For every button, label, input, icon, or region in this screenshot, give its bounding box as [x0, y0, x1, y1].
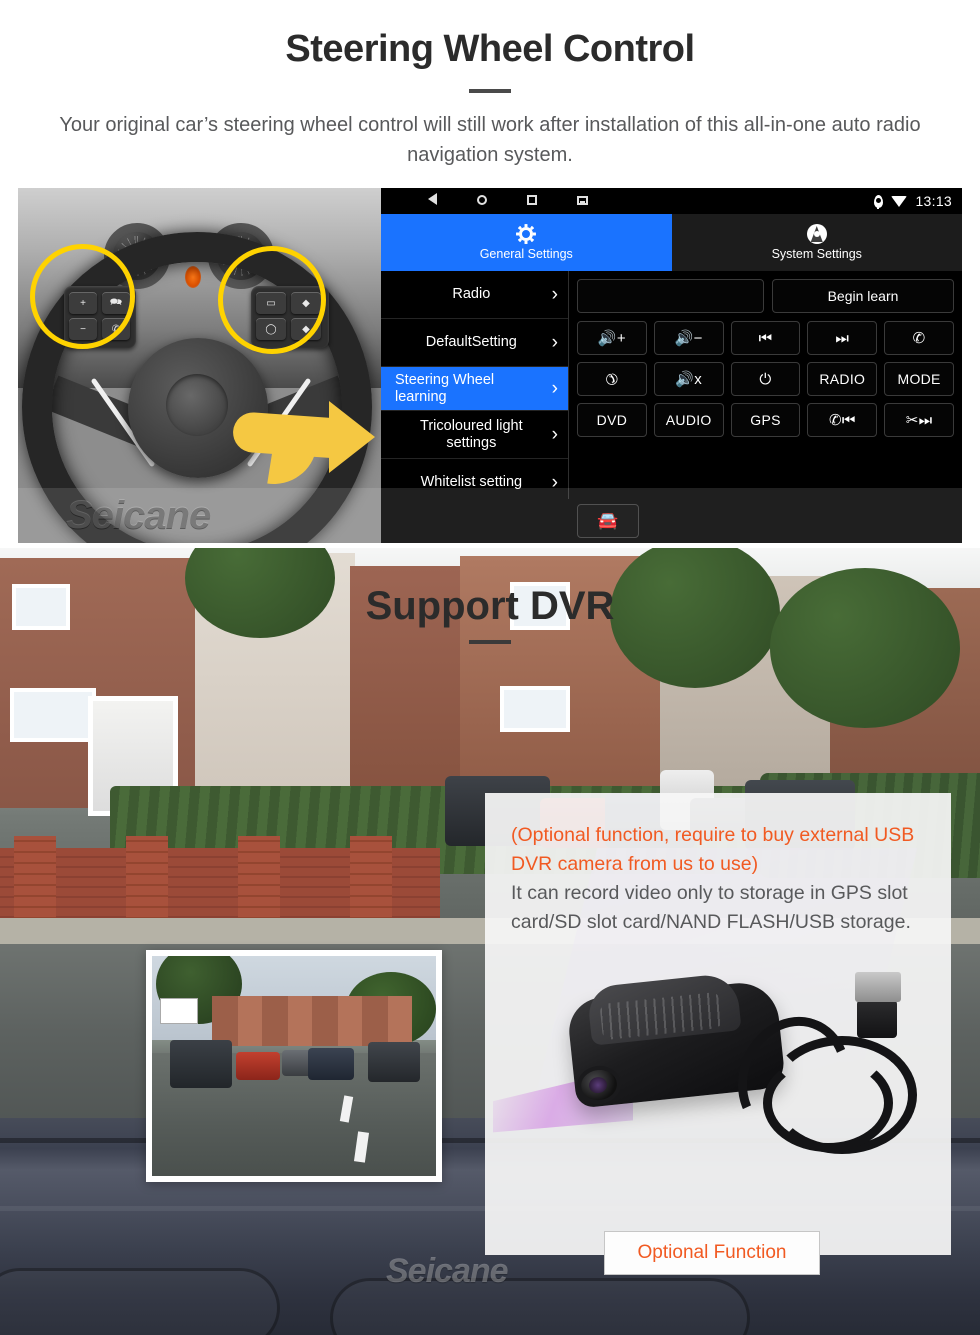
- android-status-bar: 13:13: [381, 188, 962, 214]
- tab-system-settings[interactable]: System Settings: [671, 214, 962, 271]
- usb-connector: [855, 972, 901, 1002]
- key-answer-call[interactable]: ✆: [884, 321, 954, 355]
- steering-wheel-media-strip: + − 🗪 ✆ ▭ ◯ ◆ ◆ 13:13 General Settings S…: [18, 188, 962, 543]
- chevron-right-icon: ›: [551, 378, 558, 399]
- begin-learn-button[interactable]: Begin learn: [772, 279, 954, 313]
- system-settings-icon: [806, 224, 827, 244]
- key-mode[interactable]: MODE: [884, 362, 954, 396]
- chevron-right-icon: ›: [551, 284, 558, 305]
- android-nav-bar: [407, 192, 607, 210]
- gear-icon: [516, 224, 537, 244]
- menu-item-radio[interactable]: Radio ›: [381, 271, 568, 319]
- location-pin-icon: [874, 194, 884, 209]
- key-gps[interactable]: GPS: [730, 403, 801, 437]
- chevron-right-icon: ›: [551, 424, 558, 445]
- back-icon[interactable]: [407, 192, 457, 210]
- menu-item-steering-wheel-learning[interactable]: Steering Wheel learning ›: [381, 367, 568, 411]
- tab-general-settings[interactable]: General Settings: [381, 214, 672, 271]
- call-reject-next-icon: ✂⏭: [905, 412, 933, 429]
- page-subtitle: Your original car’s steering wheel contr…: [59, 114, 921, 166]
- call-hangup-icon: ✆: [600, 368, 623, 390]
- usb-dvr-camera-image: [493, 958, 935, 1203]
- pointing-arrow: [213, 380, 381, 503]
- android-head-unit-screen: 13:13 General Settings System Settings R…: [381, 188, 962, 543]
- mute-icon: 🔊x: [675, 371, 703, 388]
- status-indicators: 13:13: [874, 193, 952, 209]
- menu-item-whitelist-setting-label: Whitelist setting: [420, 474, 523, 490]
- menu-item-steering-wheel-learning-label: Steering Wheel learning: [395, 371, 495, 405]
- tab-general-settings-label: General Settings: [479, 247, 573, 261]
- chevron-right-icon: ›: [551, 472, 558, 493]
- product-detail-page: Steering Wheel Control Your original car…: [0, 0, 980, 1335]
- steering-key-grid: 🔊+ 🔊− ⏮ ⏭ ✆ ✆ 🔊x ⏻ RADIO MODE DVD AUDIO: [577, 321, 954, 437]
- menu-item-tricoloured-light-settings-label: Tricoloured light settings: [420, 417, 523, 451]
- dvr-info-text: (Optional function, require to buy exter…: [485, 793, 951, 937]
- highlight-circle-right: [218, 246, 326, 354]
- dvr-video-thumbnail: [146, 950, 442, 1182]
- status-clock: 13:13: [915, 193, 952, 209]
- next-track-icon: ⏭: [835, 329, 850, 347]
- menu-item-radio-label: Radio: [452, 286, 491, 302]
- volume-up-icon: 🔊+: [597, 330, 626, 347]
- car-icon-button[interactable]: 🚘: [577, 504, 639, 538]
- recents-icon[interactable]: [507, 192, 557, 210]
- screenshot-icon[interactable]: [557, 192, 607, 210]
- key-call-previous[interactable]: ✆⏮: [807, 403, 878, 437]
- key-volume-up[interactable]: 🔊+: [577, 321, 647, 355]
- settings-tab-bar: General Settings System Settings: [381, 214, 962, 271]
- menu-item-tricoloured-light-settings[interactable]: Tricoloured light settings ›: [381, 411, 568, 459]
- call-answer-icon: ✆: [912, 330, 926, 347]
- key-audio[interactable]: AUDIO: [653, 403, 724, 437]
- title-divider: [469, 89, 511, 93]
- menu-item-default-setting[interactable]: DefaultSetting ›: [381, 319, 568, 367]
- menu-item-default-setting-label: DefaultSetting: [425, 334, 517, 350]
- key-radio[interactable]: RADIO: [807, 362, 878, 396]
- optional-function-button[interactable]: Optional Function: [604, 1231, 820, 1275]
- key-power[interactable]: ⏻: [730, 362, 801, 396]
- page-title: Steering Wheel Control: [285, 28, 695, 70]
- key-dvd[interactable]: DVD: [577, 403, 647, 437]
- key-mute[interactable]: 🔊x: [653, 362, 724, 396]
- key-volume-down[interactable]: 🔊−: [653, 321, 724, 355]
- previous-track-icon: ⏮: [758, 329, 773, 347]
- highlight-circle-left: [30, 244, 135, 349]
- key-next-track[interactable]: ⏭: [807, 321, 878, 355]
- call-previous-icon: ✆⏮: [828, 412, 856, 429]
- tab-system-settings-label: System Settings: [771, 247, 862, 261]
- section-title-dvr: Support DVR: [365, 584, 615, 628]
- key-reject-next[interactable]: ✂⏭: [884, 403, 954, 437]
- steering-wheel-photo: + − 🗪 ✆ ▭ ◯ ◆ ◆: [18, 188, 381, 543]
- key-hang-up[interactable]: ✆: [577, 362, 647, 396]
- android-bottom-bar: 🚘: [381, 499, 962, 543]
- learn-input[interactable]: [577, 279, 764, 313]
- title-divider: [469, 640, 511, 644]
- dvr-info-card: (Optional function, require to buy exter…: [485, 793, 951, 1255]
- chevron-right-icon: ›: [551, 332, 558, 353]
- home-icon[interactable]: [457, 192, 507, 210]
- learn-controls-row: Begin learn: [577, 279, 954, 313]
- key-previous-track[interactable]: ⏮: [730, 321, 801, 355]
- steering-wheel-control-section: Steering Wheel Control Your original car…: [0, 0, 980, 545]
- volume-down-icon: 🔊−: [674, 330, 703, 347]
- power-icon: ⏻: [759, 370, 772, 388]
- dvr-optional-note: (Optional function, require to buy exter…: [511, 824, 915, 875]
- car-icon: 🚘: [597, 511, 619, 530]
- wifi-icon: [891, 195, 908, 207]
- dvr-storage-note: It can record video only to storage in G…: [511, 882, 911, 933]
